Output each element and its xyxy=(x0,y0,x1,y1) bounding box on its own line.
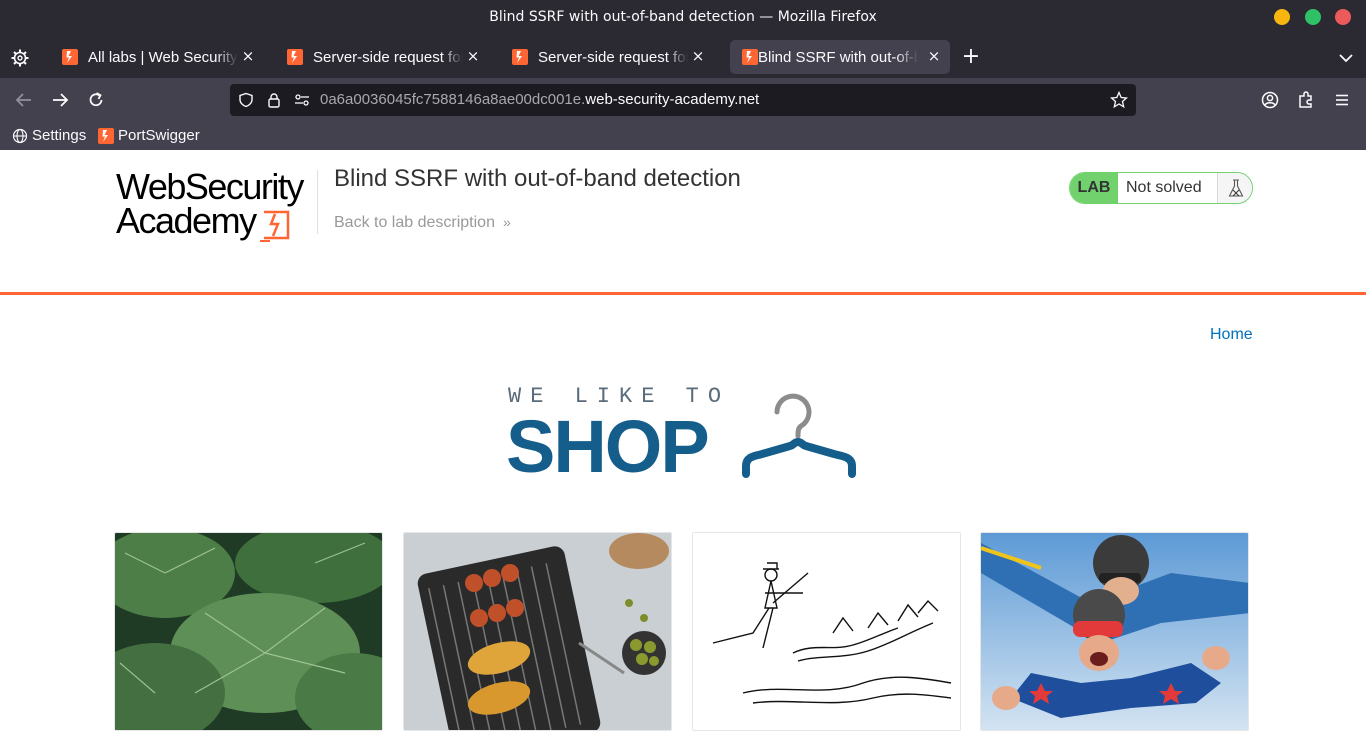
window-title: Blind SSRF with out-of-band detection — … xyxy=(489,9,877,25)
portswigger-icon xyxy=(98,128,114,144)
lab-tag: LAB xyxy=(1070,173,1118,203)
url-host: web-security-academy.net xyxy=(585,91,760,108)
flask-icon xyxy=(1217,173,1252,203)
portswigger-icon xyxy=(742,49,758,65)
permissions-icon[interactable] xyxy=(294,92,310,108)
extensions-icon[interactable] xyxy=(1296,90,1316,110)
header-divider xyxy=(317,170,318,234)
globe-icon xyxy=(12,128,28,144)
close-tab-icon[interactable]: × xyxy=(465,47,481,65)
gear-icon[interactable] xyxy=(10,48,30,68)
web-security-academy-logo[interactable]: WebSecurity Academy xyxy=(114,166,314,242)
double-chevron-right-icon: » xyxy=(502,214,511,230)
bookmark-star-icon[interactable] xyxy=(1109,90,1129,109)
navigation-toolbar: 0a6a0036045fc7588146a8ae00dc001e.web-sec… xyxy=(0,78,1366,122)
product-image-grill[interactable] xyxy=(403,532,672,731)
product-image-leaves[interactable] xyxy=(114,532,383,731)
close-tab-icon[interactable]: × xyxy=(690,47,706,65)
portswigger-icon xyxy=(62,49,78,65)
reload-icon[interactable] xyxy=(86,90,106,110)
tab-ssrf-2[interactable]: Server-side request forgery × xyxy=(500,40,714,74)
account-icon[interactable] xyxy=(1260,90,1280,110)
forward-arrow-icon[interactable] xyxy=(50,90,70,110)
web-page: WebSecurity Academy Blind SSRF with out-… xyxy=(0,150,1366,742)
lab-status-widget: LAB Not solved xyxy=(1069,172,1253,204)
shop-logo[interactable]: WE LIKE TO SHOP xyxy=(506,382,862,488)
status-badge: Not solved xyxy=(1126,179,1202,196)
menu-icon[interactable] xyxy=(1332,90,1352,110)
new-tab-button[interactable]: + xyxy=(961,46,981,68)
chevron-down-icon[interactable] xyxy=(1336,48,1356,68)
portswigger-icon xyxy=(287,49,303,65)
tab-label: Server-side request forgery xyxy=(538,49,688,66)
lightning-bolt-icon xyxy=(260,210,290,242)
bookmark-label: Settings xyxy=(32,127,87,144)
logo-line-2: Academy xyxy=(116,200,257,241)
portswigger-icon xyxy=(512,49,528,65)
tab-blind-ssrf[interactable]: Blind SSRF with out-of-band detection × xyxy=(730,40,950,74)
tab-label: Blind SSRF with out-of-band detection xyxy=(758,49,918,66)
lock-icon[interactable] xyxy=(266,92,282,108)
url-bar[interactable]: 0a6a0036045fc7588146a8ae00dc001e.web-sec… xyxy=(230,84,1136,116)
home-link[interactable]: Home xyxy=(1210,326,1253,344)
close-tab-icon[interactable]: × xyxy=(926,47,942,65)
shield-icon[interactable] xyxy=(238,92,254,108)
maximize-button[interactable] xyxy=(1305,9,1321,25)
product-image-skydivers[interactable] xyxy=(980,532,1249,731)
hanger-icon xyxy=(742,393,856,478)
product-image-sketch[interactable] xyxy=(692,532,961,731)
minimize-button[interactable] xyxy=(1274,9,1290,25)
back-arrow-icon[interactable] xyxy=(14,90,34,110)
tab-strip: All labs | Web Security Academy × Server… xyxy=(0,36,1366,78)
close-tab-icon[interactable]: × xyxy=(240,47,256,65)
bookmarks-toolbar: Settings PortSwigger xyxy=(0,122,1366,150)
lab-title: Blind SSRF with out-of-band detection xyxy=(334,165,741,192)
tab-all-labs[interactable]: All labs | Web Security Academy × xyxy=(50,40,264,74)
tab-ssrf-1[interactable]: Server-side request forgery × xyxy=(275,40,489,74)
close-window-button[interactable] xyxy=(1335,9,1351,25)
shop-logo-word: SHOP xyxy=(506,405,710,488)
tab-label: All labs | Web Security Academy xyxy=(88,49,238,66)
window-titlebar: Blind SSRF with out-of-band detection — … xyxy=(0,0,1366,36)
lab-header: WebSecurity Academy Blind SSRF with out-… xyxy=(0,150,1366,295)
tab-label: Server-side request forgery xyxy=(313,49,463,66)
url-text[interactable]: 0a6a0036045fc7588146a8ae00dc001e.web-sec… xyxy=(320,91,759,108)
product-grid xyxy=(114,532,1250,732)
back-link-label: Back to lab description xyxy=(334,214,495,231)
url-subdomain: 0a6a0036045fc7588146a8ae00dc001e. xyxy=(320,91,586,108)
back-to-lab-description-link[interactable]: Back to lab description » xyxy=(334,214,511,232)
bookmark-label: PortSwigger xyxy=(118,127,200,144)
